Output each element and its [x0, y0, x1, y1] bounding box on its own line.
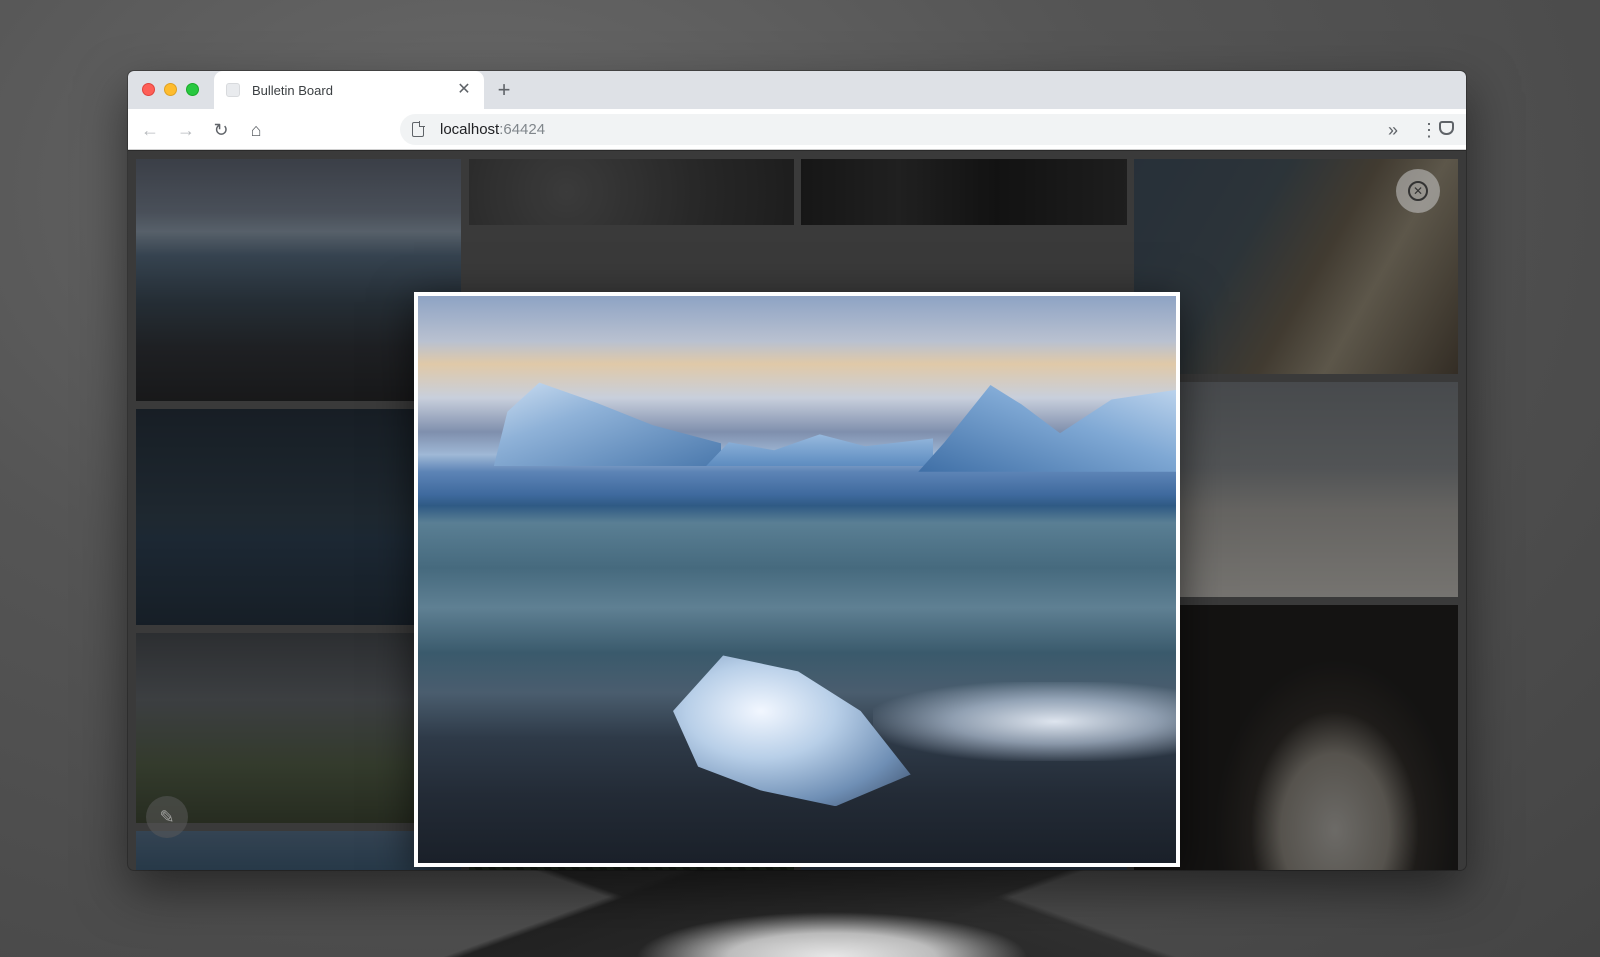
- window-minimize-button[interactable]: [164, 83, 177, 96]
- address-bar[interactable]: localhost:64424 ☆: [400, 114, 1466, 145]
- bulletin-board-content: ✎ ✕: [128, 151, 1466, 870]
- board-tile[interactable]: [136, 409, 461, 625]
- wave-foam: [872, 681, 1176, 761]
- forward-button[interactable]: →: [174, 118, 198, 142]
- lightbox-image-frame: [414, 292, 1180, 867]
- back-button[interactable]: ←: [138, 118, 162, 142]
- page-icon: [412, 121, 425, 137]
- board-tile[interactable]: [136, 159, 461, 401]
- lightbox-photo: [418, 296, 1176, 863]
- favicon-icon: [226, 83, 240, 97]
- board-tile[interactable]: [801, 159, 1127, 225]
- home-button[interactable]: ⌂: [244, 118, 268, 142]
- close-circle-icon: ✕: [1408, 181, 1428, 201]
- lightbox-close-button[interactable]: ✕: [1396, 169, 1440, 213]
- wrench-icon[interactable]: ✎: [146, 796, 188, 838]
- iceberg-shape: [706, 434, 934, 467]
- board-tile[interactable]: [136, 633, 461, 823]
- board-tile[interactable]: [469, 159, 794, 225]
- tab-close-icon[interactable]: ✕: [456, 82, 472, 98]
- board-tile[interactable]: [136, 831, 461, 870]
- window-close-button[interactable]: [142, 83, 155, 96]
- tab-bulletin-board[interactable]: Bulletin Board ✕: [214, 71, 484, 109]
- reload-button[interactable]: ↻: [209, 118, 233, 142]
- tab-title: Bulletin Board: [252, 82, 333, 98]
- url-port: :64424: [499, 121, 546, 138]
- url-host: localhost: [440, 121, 500, 138]
- browser-toolbar: ← → ↻ ⌂ localhost:64424 ☆ » ⋮: [128, 109, 1466, 150]
- new-tab-button[interactable]: +: [492, 78, 516, 102]
- board-tile[interactable]: [1134, 382, 1458, 597]
- window-controls: [142, 83, 199, 96]
- browser-menu-button[interactable]: ⋮: [1417, 118, 1441, 142]
- tab-strip: Bulletin Board ✕ +: [128, 71, 1466, 109]
- iceberg-shape: [493, 382, 722, 467]
- iceberg-shape: [918, 385, 1176, 472]
- window-maximize-button[interactable]: [186, 83, 199, 96]
- browser-window: Bulletin Board ✕ + ← → ↻ ⌂ localhost:644…: [128, 71, 1466, 870]
- board-tile[interactable]: [1134, 605, 1458, 870]
- extensions-button[interactable]: »: [1381, 118, 1405, 142]
